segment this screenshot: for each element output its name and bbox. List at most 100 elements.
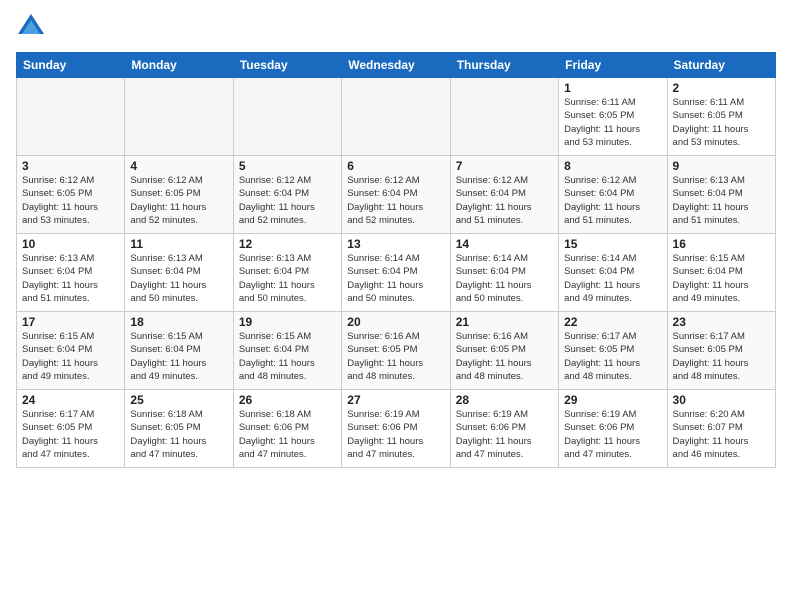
day-info: Sunrise: 6:15 AM Sunset: 6:04 PM Dayligh… — [673, 252, 770, 305]
day-cell: 19Sunrise: 6:15 AM Sunset: 6:04 PM Dayli… — [233, 312, 341, 390]
day-number: 1 — [564, 81, 661, 95]
day-info: Sunrise: 6:17 AM Sunset: 6:05 PM Dayligh… — [564, 330, 661, 383]
day-number: 16 — [673, 237, 770, 251]
week-row: 3Sunrise: 6:12 AM Sunset: 6:05 PM Daylig… — [17, 156, 776, 234]
day-cell: 24Sunrise: 6:17 AM Sunset: 6:05 PM Dayli… — [17, 390, 125, 468]
day-info: Sunrise: 6:16 AM Sunset: 6:05 PM Dayligh… — [456, 330, 553, 383]
day-cell: 17Sunrise: 6:15 AM Sunset: 6:04 PM Dayli… — [17, 312, 125, 390]
header — [16, 12, 776, 42]
day-number: 2 — [673, 81, 770, 95]
day-number: 8 — [564, 159, 661, 173]
day-header: Saturday — [667, 53, 775, 78]
day-number: 17 — [22, 315, 119, 329]
day-number: 7 — [456, 159, 553, 173]
day-cell — [233, 78, 341, 156]
day-cell: 27Sunrise: 6:19 AM Sunset: 6:06 PM Dayli… — [342, 390, 450, 468]
day-cell: 29Sunrise: 6:19 AM Sunset: 6:06 PM Dayli… — [559, 390, 667, 468]
week-row: 10Sunrise: 6:13 AM Sunset: 6:04 PM Dayli… — [17, 234, 776, 312]
day-info: Sunrise: 6:12 AM Sunset: 6:04 PM Dayligh… — [347, 174, 444, 227]
day-info: Sunrise: 6:12 AM Sunset: 6:05 PM Dayligh… — [22, 174, 119, 227]
day-number: 4 — [130, 159, 227, 173]
day-info: Sunrise: 6:18 AM Sunset: 6:06 PM Dayligh… — [239, 408, 336, 461]
day-info: Sunrise: 6:16 AM Sunset: 6:05 PM Dayligh… — [347, 330, 444, 383]
calendar: SundayMondayTuesdayWednesdayThursdayFrid… — [16, 52, 776, 468]
day-number: 6 — [347, 159, 444, 173]
header-row: SundayMondayTuesdayWednesdayThursdayFrid… — [17, 53, 776, 78]
day-cell: 25Sunrise: 6:18 AM Sunset: 6:05 PM Dayli… — [125, 390, 233, 468]
day-header: Sunday — [17, 53, 125, 78]
day-cell: 13Sunrise: 6:14 AM Sunset: 6:04 PM Dayli… — [342, 234, 450, 312]
day-info: Sunrise: 6:14 AM Sunset: 6:04 PM Dayligh… — [456, 252, 553, 305]
day-cell: 30Sunrise: 6:20 AM Sunset: 6:07 PM Dayli… — [667, 390, 775, 468]
day-number: 30 — [673, 393, 770, 407]
day-cell: 20Sunrise: 6:16 AM Sunset: 6:05 PM Dayli… — [342, 312, 450, 390]
day-number: 14 — [456, 237, 553, 251]
day-info: Sunrise: 6:13 AM Sunset: 6:04 PM Dayligh… — [130, 252, 227, 305]
day-info: Sunrise: 6:15 AM Sunset: 6:04 PM Dayligh… — [239, 330, 336, 383]
week-row: 17Sunrise: 6:15 AM Sunset: 6:04 PM Dayli… — [17, 312, 776, 390]
day-info: Sunrise: 6:17 AM Sunset: 6:05 PM Dayligh… — [673, 330, 770, 383]
logo — [16, 12, 50, 42]
day-cell: 14Sunrise: 6:14 AM Sunset: 6:04 PM Dayli… — [450, 234, 558, 312]
day-number: 22 — [564, 315, 661, 329]
day-header: Wednesday — [342, 53, 450, 78]
day-number: 29 — [564, 393, 661, 407]
day-header: Friday — [559, 53, 667, 78]
day-cell — [450, 78, 558, 156]
day-cell: 21Sunrise: 6:16 AM Sunset: 6:05 PM Dayli… — [450, 312, 558, 390]
day-header: Thursday — [450, 53, 558, 78]
calendar-header: SundayMondayTuesdayWednesdayThursdayFrid… — [17, 53, 776, 78]
day-cell: 4Sunrise: 6:12 AM Sunset: 6:05 PM Daylig… — [125, 156, 233, 234]
week-row: 1Sunrise: 6:11 AM Sunset: 6:05 PM Daylig… — [17, 78, 776, 156]
day-cell: 28Sunrise: 6:19 AM Sunset: 6:06 PM Dayli… — [450, 390, 558, 468]
day-cell: 2Sunrise: 6:11 AM Sunset: 6:05 PM Daylig… — [667, 78, 775, 156]
day-info: Sunrise: 6:12 AM Sunset: 6:04 PM Dayligh… — [239, 174, 336, 227]
day-cell: 11Sunrise: 6:13 AM Sunset: 6:04 PM Dayli… — [125, 234, 233, 312]
day-info: Sunrise: 6:19 AM Sunset: 6:06 PM Dayligh… — [564, 408, 661, 461]
day-number: 12 — [239, 237, 336, 251]
day-number: 5 — [239, 159, 336, 173]
day-info: Sunrise: 6:12 AM Sunset: 6:04 PM Dayligh… — [456, 174, 553, 227]
calendar-body: 1Sunrise: 6:11 AM Sunset: 6:05 PM Daylig… — [17, 78, 776, 468]
day-cell: 5Sunrise: 6:12 AM Sunset: 6:04 PM Daylig… — [233, 156, 341, 234]
day-info: Sunrise: 6:13 AM Sunset: 6:04 PM Dayligh… — [239, 252, 336, 305]
day-header: Monday — [125, 53, 233, 78]
day-info: Sunrise: 6:12 AM Sunset: 6:05 PM Dayligh… — [130, 174, 227, 227]
day-cell: 26Sunrise: 6:18 AM Sunset: 6:06 PM Dayli… — [233, 390, 341, 468]
day-number: 11 — [130, 237, 227, 251]
day-cell: 23Sunrise: 6:17 AM Sunset: 6:05 PM Dayli… — [667, 312, 775, 390]
day-header: Tuesday — [233, 53, 341, 78]
day-cell: 9Sunrise: 6:13 AM Sunset: 6:04 PM Daylig… — [667, 156, 775, 234]
day-number: 23 — [673, 315, 770, 329]
day-cell — [17, 78, 125, 156]
day-info: Sunrise: 6:14 AM Sunset: 6:04 PM Dayligh… — [564, 252, 661, 305]
day-info: Sunrise: 6:13 AM Sunset: 6:04 PM Dayligh… — [673, 174, 770, 227]
day-info: Sunrise: 6:15 AM Sunset: 6:04 PM Dayligh… — [22, 330, 119, 383]
day-cell — [342, 78, 450, 156]
day-info: Sunrise: 6:19 AM Sunset: 6:06 PM Dayligh… — [456, 408, 553, 461]
day-cell: 10Sunrise: 6:13 AM Sunset: 6:04 PM Dayli… — [17, 234, 125, 312]
day-info: Sunrise: 6:18 AM Sunset: 6:05 PM Dayligh… — [130, 408, 227, 461]
day-cell: 3Sunrise: 6:12 AM Sunset: 6:05 PM Daylig… — [17, 156, 125, 234]
day-cell: 12Sunrise: 6:13 AM Sunset: 6:04 PM Dayli… — [233, 234, 341, 312]
day-cell: 16Sunrise: 6:15 AM Sunset: 6:04 PM Dayli… — [667, 234, 775, 312]
day-number: 15 — [564, 237, 661, 251]
day-info: Sunrise: 6:13 AM Sunset: 6:04 PM Dayligh… — [22, 252, 119, 305]
day-number: 26 — [239, 393, 336, 407]
day-cell: 1Sunrise: 6:11 AM Sunset: 6:05 PM Daylig… — [559, 78, 667, 156]
day-cell — [125, 78, 233, 156]
day-number: 27 — [347, 393, 444, 407]
week-row: 24Sunrise: 6:17 AM Sunset: 6:05 PM Dayli… — [17, 390, 776, 468]
day-info: Sunrise: 6:19 AM Sunset: 6:06 PM Dayligh… — [347, 408, 444, 461]
day-number: 18 — [130, 315, 227, 329]
logo-icon — [16, 12, 46, 42]
day-info: Sunrise: 6:12 AM Sunset: 6:04 PM Dayligh… — [564, 174, 661, 227]
day-number: 25 — [130, 393, 227, 407]
day-number: 10 — [22, 237, 119, 251]
day-number: 3 — [22, 159, 119, 173]
day-info: Sunrise: 6:11 AM Sunset: 6:05 PM Dayligh… — [564, 96, 661, 149]
day-cell: 18Sunrise: 6:15 AM Sunset: 6:04 PM Dayli… — [125, 312, 233, 390]
day-number: 13 — [347, 237, 444, 251]
day-info: Sunrise: 6:17 AM Sunset: 6:05 PM Dayligh… — [22, 408, 119, 461]
day-number: 20 — [347, 315, 444, 329]
